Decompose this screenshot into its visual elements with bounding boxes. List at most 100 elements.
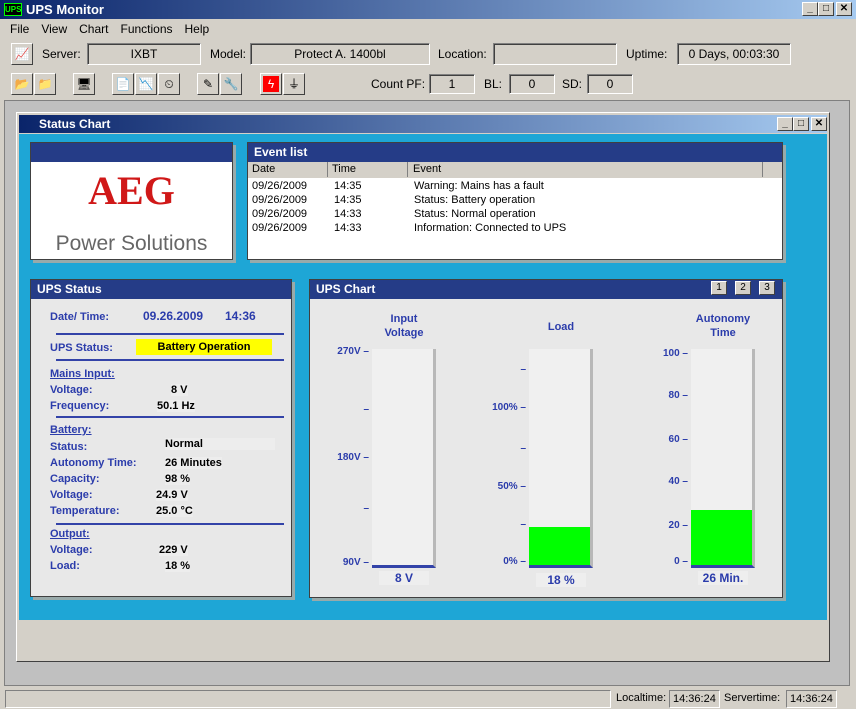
maximize-button[interactable]: □	[818, 2, 834, 16]
tools-icon[interactable]: 🔧	[220, 73, 242, 95]
count-bl-label: BL:	[484, 77, 503, 91]
autonomy-value: 26 Minutes	[165, 457, 222, 469]
event-text[interactable]: Status: Battery operation	[414, 194, 535, 206]
gauge-tick-label: 20 –	[668, 520, 688, 531]
capacity-value: 98 %	[165, 473, 191, 485]
open-folder-icon[interactable]: 📂	[11, 73, 33, 95]
close-button[interactable]: ✕	[836, 2, 852, 16]
gauge-tick-label: –	[363, 503, 369, 514]
event-date[interactable]: 09/26/2009	[252, 222, 307, 234]
child-maximize-button[interactable]: □	[793, 117, 809, 131]
battery-status-label: Status:	[50, 441, 88, 453]
event-time[interactable]: 14:35	[334, 194, 362, 206]
minimize-button[interactable]: _	[802, 2, 818, 16]
datetime-label: Date/ Time:	[50, 311, 110, 323]
event-time[interactable]: 14:35	[334, 180, 362, 192]
child-minimize-button[interactable]: _	[777, 117, 793, 131]
gauge-title-line2: Voltage	[384, 327, 424, 339]
gauge-readout: 26 Min.	[698, 571, 748, 585]
event-date[interactable]: 09/26/2009	[252, 180, 307, 192]
monitor-icon[interactable]: 🖥	[73, 73, 95, 95]
column-date[interactable]: Date	[248, 162, 328, 177]
gauge-bar	[691, 349, 755, 568]
location-field	[493, 43, 617, 65]
ups-status-title: UPS Status	[31, 280, 291, 299]
frequency-label: Frequency:	[50, 400, 110, 412]
chart-report-icon[interactable]: 📉	[135, 73, 157, 95]
output-load-value: 18 %	[165, 560, 191, 572]
event-list-title: Event list	[248, 143, 782, 162]
menu-help[interactable]: Help	[179, 20, 216, 38]
event-list-panel: Event list Date Time Event 09/26/2009 14:…	[247, 142, 783, 260]
event-text[interactable]: Information: Connected to UPS	[414, 222, 566, 234]
edit-icon[interactable]: ✎	[197, 73, 219, 95]
event-text[interactable]: Warning: Mains has a fault	[414, 180, 544, 192]
gauge-tick-label: 180V –	[337, 452, 369, 463]
menu-file[interactable]: File	[0, 20, 35, 38]
event-date[interactable]: 09/26/2009	[252, 194, 307, 206]
power-fault-icon[interactable]: ϟ	[260, 73, 282, 95]
child-close-button[interactable]: ✕	[811, 117, 827, 131]
gauge-tick-label: –	[520, 519, 526, 530]
battery-heading: Battery:	[50, 424, 92, 436]
ups-status-panel: UPS Status Date/ Time: 09.26.2009 14:36 …	[30, 279, 292, 597]
battery-voltage-label: Voltage:	[50, 489, 93, 501]
model-label: Model:	[210, 47, 247, 61]
gauge-fill	[691, 509, 752, 565]
menu-functions[interactable]: Functions	[114, 20, 178, 38]
gauge-title-line2: Time	[710, 327, 736, 339]
gauge-tick-label: 100 –	[662, 348, 688, 359]
report-icon[interactable]: 📄	[112, 73, 134, 95]
gauge-tick-label: 270V –	[337, 346, 369, 357]
location-label: Location:	[438, 47, 487, 61]
column-event[interactable]: Event	[408, 162, 763, 177]
server-field: IXBT	[87, 43, 201, 65]
gauge-tick-label: 80 –	[668, 390, 688, 401]
count-pf-field: 1	[429, 74, 475, 94]
frequency-value: 50.1 Hz	[157, 400, 195, 412]
ups-status-label: UPS Status:	[50, 342, 113, 354]
temperature-label: Temperature:	[50, 505, 120, 517]
server-label: Server:	[42, 47, 81, 61]
gauge-fill	[529, 526, 590, 565]
battery-voltage-value: 24.9 V	[156, 489, 188, 501]
chart-button-2[interactable]: 2	[735, 281, 751, 295]
localtime-label: Localtime:	[616, 692, 667, 704]
clock-icon[interactable]: ⏲	[158, 73, 180, 95]
gauge-bar	[529, 349, 593, 568]
chart-button-1[interactable]: 1	[711, 281, 727, 295]
child-title-bar: Status Chart _ □ ✕	[19, 115, 827, 133]
mains-voltage-label: Voltage:	[50, 384, 93, 396]
menu-view[interactable]: View	[35, 20, 73, 38]
date-value: 09.26.2009	[143, 309, 204, 323]
event-time[interactable]: 14:33	[334, 222, 362, 234]
servertime-label: Servertime:	[724, 692, 781, 704]
menu-bar: File View Chart Functions Help	[0, 20, 215, 38]
window-title: UPS Monitor	[26, 2, 104, 17]
chart-toggle-button[interactable]: 📈	[11, 43, 33, 65]
gauge-tick-label: 50% –	[497, 481, 526, 492]
event-time[interactable]: 14:33	[334, 208, 362, 220]
ups-status-badge: Battery Operation	[136, 339, 272, 355]
output-voltage-value: 229 V	[159, 544, 188, 556]
chart-button-3[interactable]: 3	[759, 281, 775, 295]
aeg-logo: AEG	[88, 168, 175, 213]
count-pf-label: Count PF:	[371, 77, 426, 91]
output-voltage-label: Voltage:	[50, 544, 93, 556]
ups-app-icon: UPS	[4, 3, 22, 16]
plug-icon[interactable]: ⏚	[283, 73, 305, 95]
gauge-tick-label: 60 –	[668, 434, 688, 445]
localtime-value: 14:36:24	[669, 690, 720, 708]
column-time[interactable]: Time	[328, 162, 408, 177]
autonomy-label: Autonomy Time:	[50, 457, 137, 469]
gauge-tick-label: 0 –	[674, 556, 688, 567]
menu-chart[interactable]: Chart	[73, 20, 114, 38]
gauge-title-line1: Autonomy	[695, 313, 751, 325]
gauge-title-line1: Input	[390, 313, 418, 325]
mains-voltage-value: 8 V	[171, 384, 188, 396]
output-heading: Output:	[50, 528, 90, 540]
event-text[interactable]: Status: Normal operation	[414, 208, 536, 220]
open-file-icon[interactable]: 📁	[34, 73, 56, 95]
event-date[interactable]: 09/26/2009	[252, 208, 307, 220]
gauge-bar	[372, 349, 436, 568]
